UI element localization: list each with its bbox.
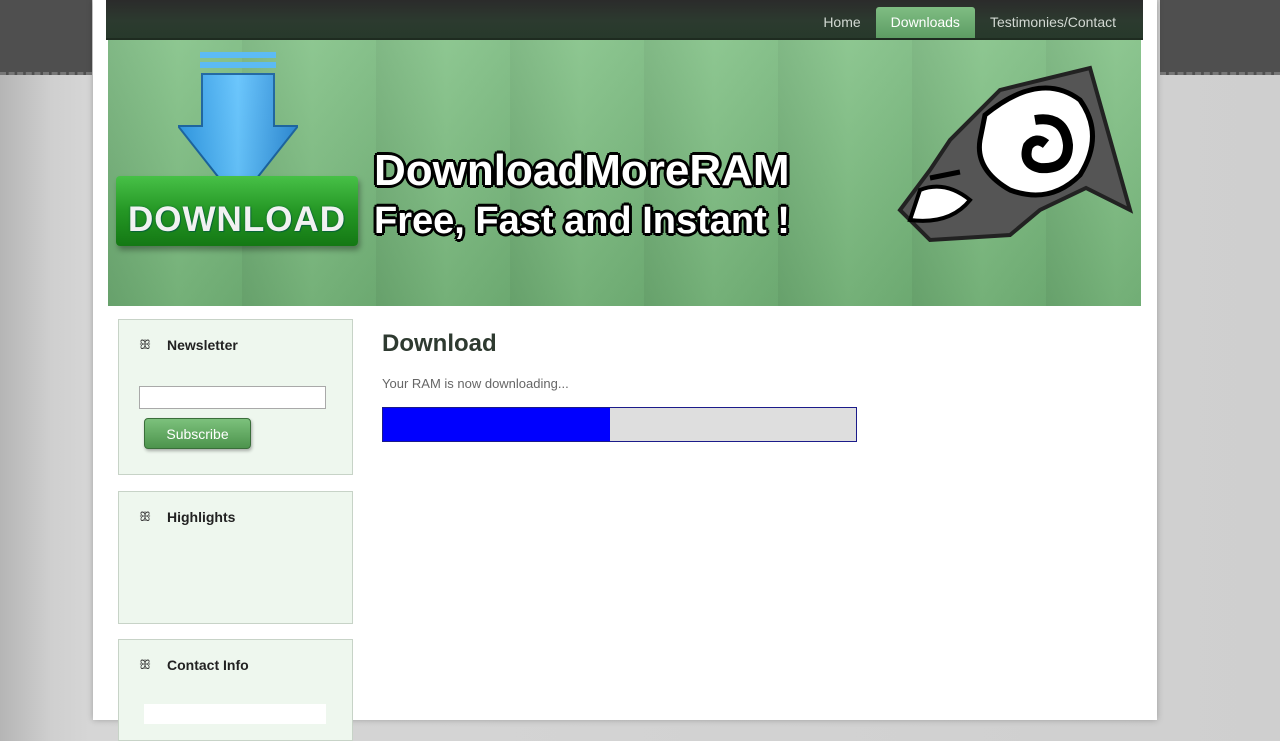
download-progress-bar: [382, 407, 857, 442]
newsletter-title: Newsletter: [167, 337, 238, 353]
nav-testimonies-contact[interactable]: Testimonies/Contact: [975, 7, 1131, 38]
progress-fill: [383, 408, 611, 441]
download-status-text: Your RAM is now downloading...: [382, 376, 569, 391]
banner-title: DownloadMoreRAM: [374, 146, 790, 195]
main-nav: Home Downloads Testimonies/Contact: [808, 7, 1131, 38]
contact-info-image: [144, 704, 326, 724]
right-side-tab: [1160, 0, 1280, 75]
banner-subtitle: Free, Fast and Instant !: [374, 200, 790, 242]
newsletter-email-input[interactable]: [139, 386, 326, 409]
header-banner: DOWNLOAD DownloadMoreRAM Free, Fast and …: [108, 40, 1141, 306]
subscribe-button[interactable]: Subscribe: [144, 418, 251, 449]
knot-icon: ꕥ: [139, 509, 152, 524]
page-title: Download: [382, 330, 497, 357]
highlights-header: ꕥ Highlights: [139, 509, 235, 525]
left-side-tab: [0, 0, 92, 75]
newsletter-widget: ꕥ Newsletter Subscribe: [118, 319, 353, 475]
download-arrow-icon: [178, 52, 298, 204]
highlights-title: Highlights: [167, 509, 236, 525]
nav-downloads[interactable]: Downloads: [875, 7, 975, 38]
page-container: Home Downloads Testimonies/Contact DOWNL…: [93, 0, 1157, 741]
contact-info-header: ꕥ Contact Info: [139, 657, 249, 673]
knot-icon: ꕥ: [139, 337, 152, 352]
download-badge: DOWNLOAD: [116, 176, 358, 246]
contact-info-widget: ꕥ Contact Info: [118, 639, 353, 741]
highlights-widget: ꕥ Highlights: [118, 491, 353, 624]
ram-head-logo: [897, 65, 1134, 243]
top-nav-bar: Home Downloads Testimonies/Contact: [106, 0, 1143, 40]
contact-info-title: Contact Info: [167, 657, 249, 673]
knot-icon: ꕥ: [139, 657, 152, 672]
nav-home[interactable]: Home: [808, 7, 875, 38]
main-content: Download Your RAM is now downloading...: [382, 330, 1082, 442]
newsletter-header: ꕥ Newsletter: [139, 337, 238, 353]
